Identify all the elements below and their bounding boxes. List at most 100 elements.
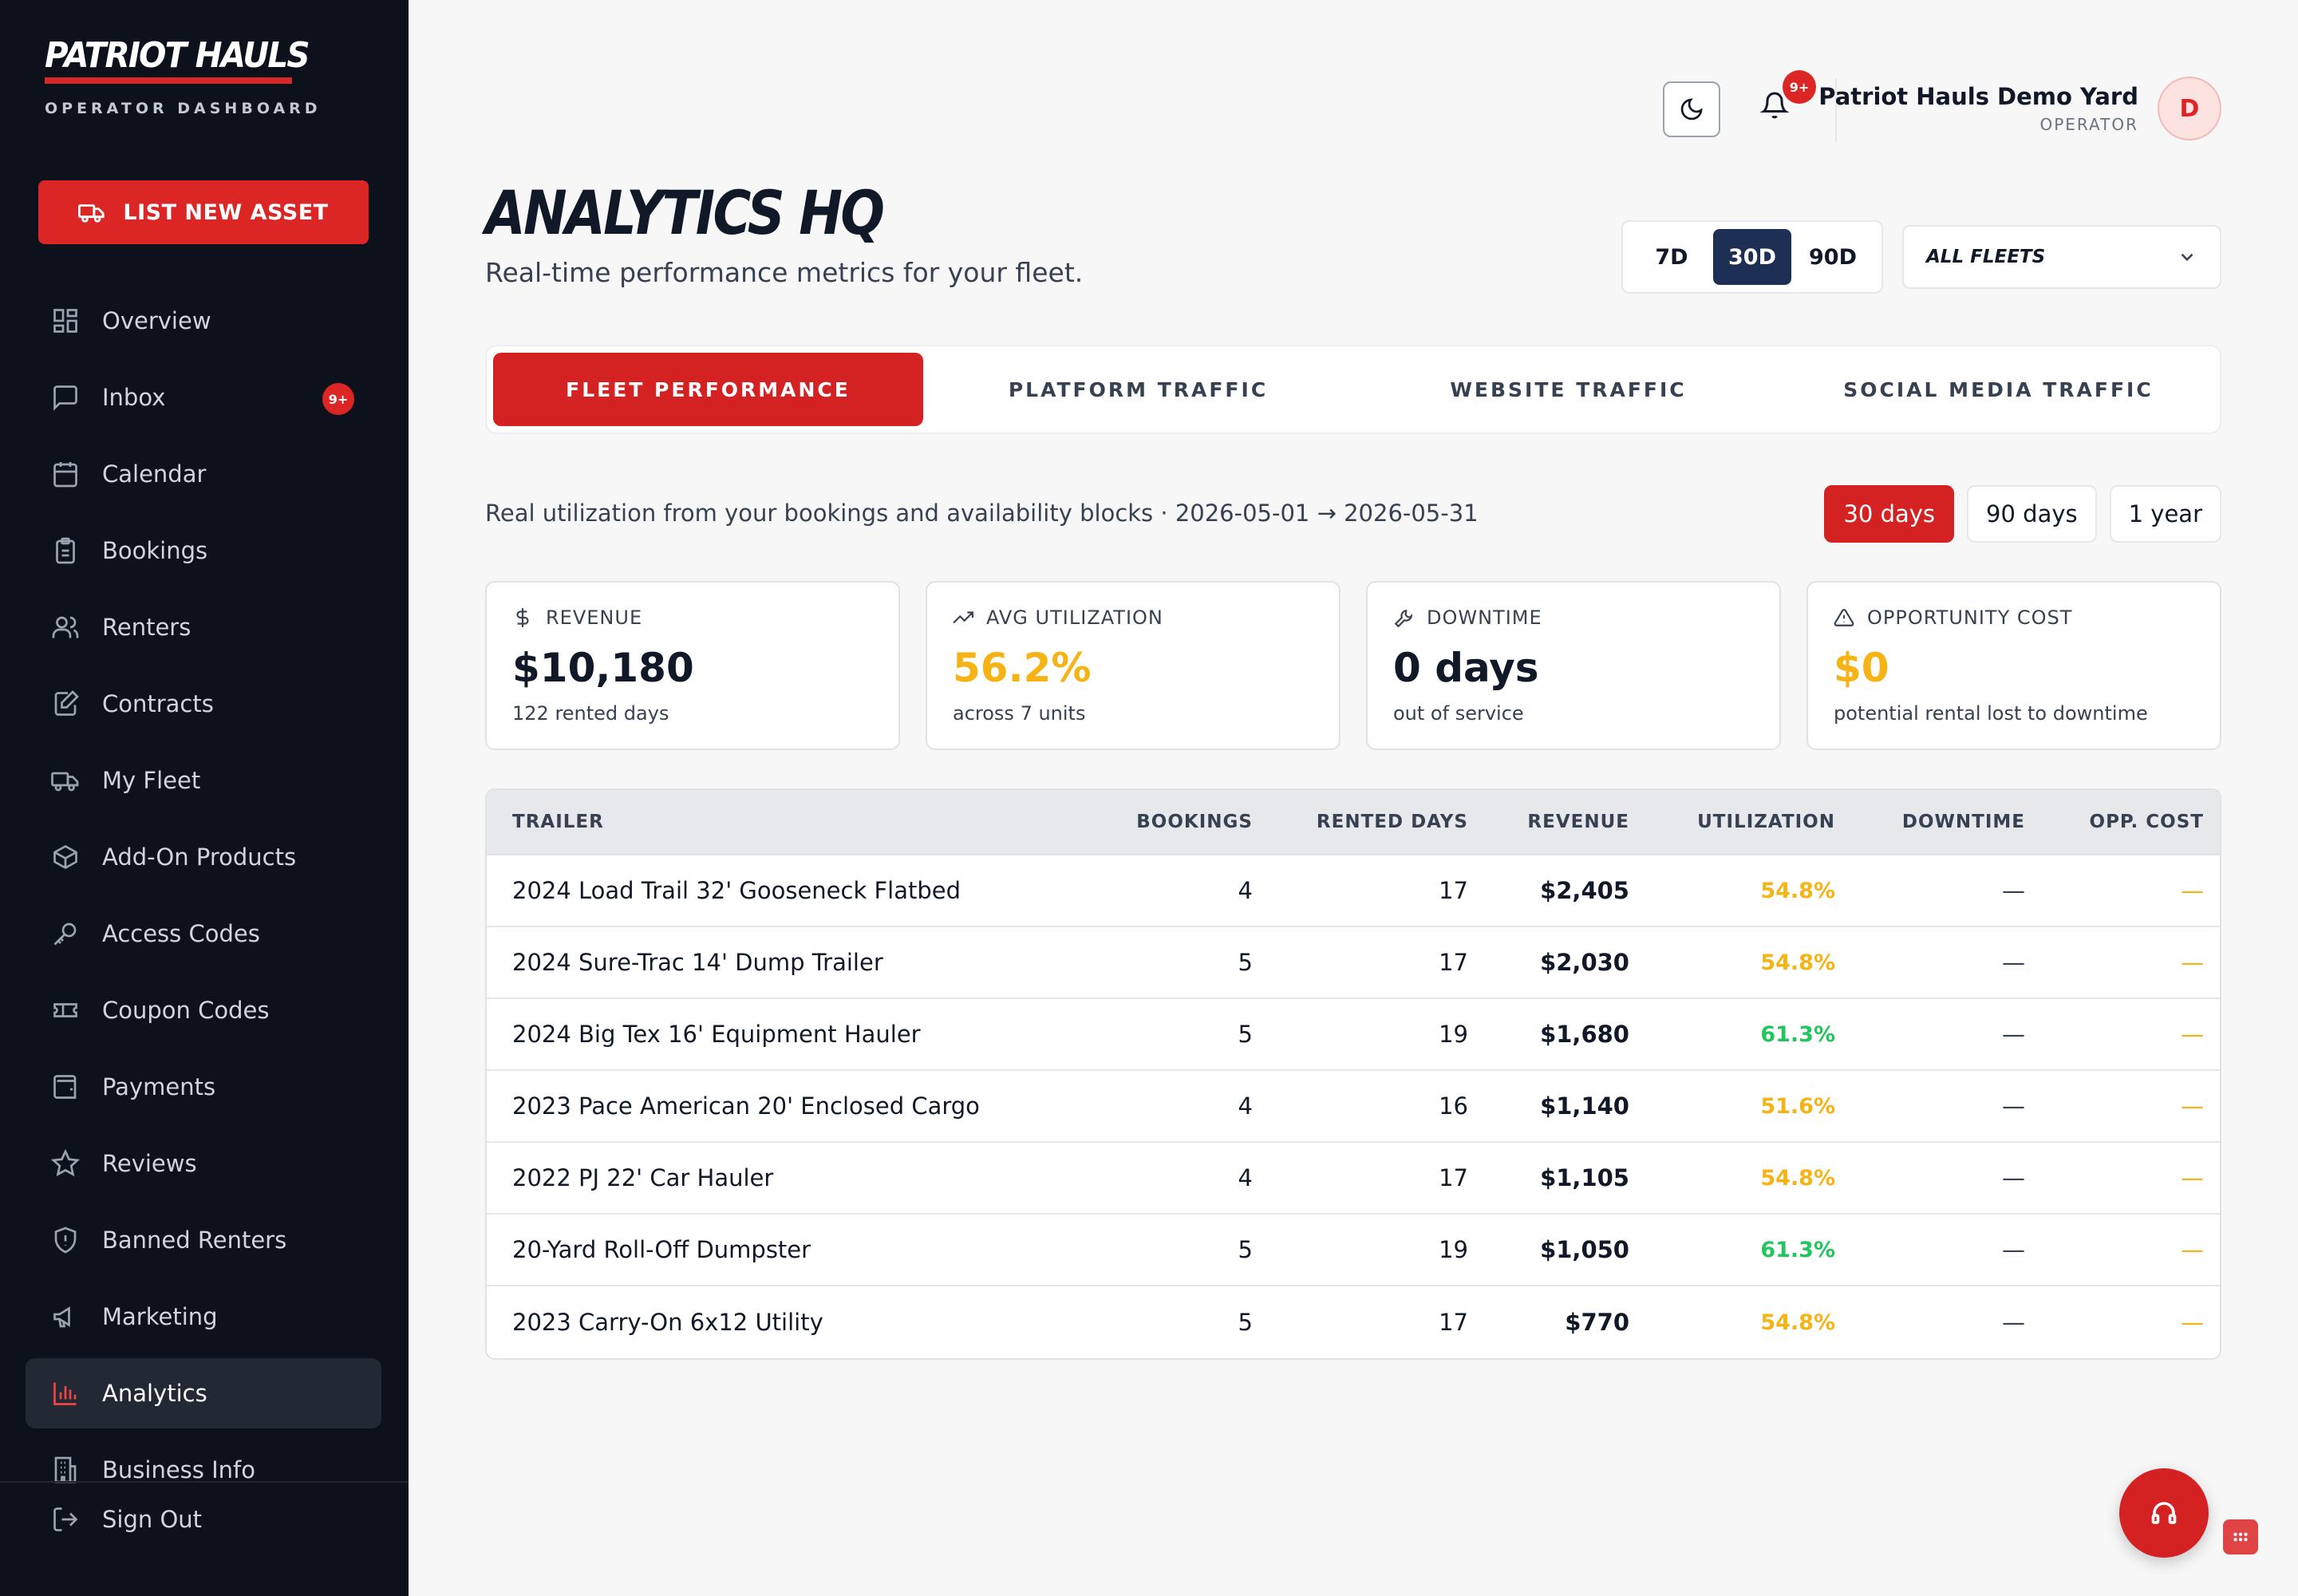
shield-icon	[54, 1227, 77, 1254]
sidebar-item-analytics[interactable]: Analytics	[26, 1358, 381, 1428]
column-header-bookings[interactable]: BOOKINGS	[1109, 812, 1253, 832]
sidebar-item-label: Payments	[102, 1073, 216, 1100]
table-row[interactable]: 2024 Big Tex 16' Equipment Hauler 5 19 $1,6…	[487, 999, 2220, 1071]
list-new-asset-label: LIST NEW ASSET	[123, 200, 329, 225]
sidebar-item-payments[interactable]: Payments	[26, 1052, 381, 1122]
cell-revenue: $2,030	[1540, 949, 1629, 976]
sidebar-nav: Overview Inbox 9+ Calendar Bookings Rent…	[26, 286, 381, 1511]
period-toggle: 30 days 90 days 1 year	[1824, 485, 2221, 543]
chevron-down-icon	[2181, 253, 2193, 262]
sidebar-item-business-info[interactable]: Business Info	[26, 1435, 381, 1505]
cell-utilization: 51.6%	[1760, 1093, 1835, 1119]
cell-bookings: 5	[1238, 949, 1253, 976]
stat-label-text: OPPORTUNITY COST	[1867, 606, 2073, 629]
utilization-info: Real utilization from your bookings and …	[485, 500, 1479, 527]
avatar[interactable]: D	[2158, 77, 2221, 140]
cell-rented-days: 16	[1439, 1092, 1468, 1120]
cell-downtime: —	[2002, 1236, 2025, 1263]
sign-out-label: Sign Out	[102, 1506, 203, 1533]
sidebar-item-add-on-products[interactable]: Add-On Products	[26, 822, 381, 892]
column-header-downtime[interactable]: DOWNTIME	[1835, 812, 2025, 832]
period-30-days-button[interactable]: 30 days	[1824, 485, 1955, 543]
fleet-performance-table: TRAILER BOOKINGS RENTED DAYS REVENUE UTI…	[485, 788, 2221, 1360]
cell-revenue: $1,140	[1540, 1092, 1629, 1120]
period-1-year-button[interactable]: 1 year	[2109, 485, 2221, 543]
tab-platform-traffic[interactable]: PLATFORM TRAFFIC	[923, 353, 1353, 426]
column-header-revenue[interactable]: REVENUE	[1468, 812, 1629, 832]
sidebar-item-label: Banned Renters	[102, 1227, 287, 1254]
column-header-utilization[interactable]: UTILIZATION	[1629, 812, 1835, 832]
stat-label-text: DOWNTIME	[1427, 606, 1542, 629]
sidebar-item-inbox[interactable]: Inbox 9+	[26, 362, 381, 433]
tab-social-media-traffic[interactable]: SOCIAL MEDIA TRAFFIC	[1783, 353, 2213, 426]
clipboard-icon	[56, 537, 75, 564]
range-toggle: 7D 30D 90D	[1621, 220, 1883, 294]
column-header-trailer[interactable]: TRAILER	[487, 812, 1109, 832]
star-icon	[51, 1149, 80, 1177]
table-row[interactable]: 20-Yard Roll-Off Dumpster 5 19 $1,050 61.3% —…	[487, 1215, 2220, 1286]
table-header: TRAILER BOOKINGS RENTED DAYS REVENUE UTI…	[487, 790, 2220, 855]
cell-rented-days: 17	[1439, 1309, 1468, 1336]
range-30d-button[interactable]: 30D	[1713, 229, 1791, 285]
sidebar-item-label: Reviews	[102, 1150, 197, 1177]
range-90d-button[interactable]: 90D	[1794, 229, 1872, 285]
sidebar-item-my-fleet[interactable]: My Fleet	[26, 745, 381, 816]
sidebar-item-banned-renters[interactable]: Banned Renters	[26, 1205, 381, 1275]
cell-utilization: 54.8%	[1760, 1165, 1835, 1191]
support-chat-button[interactable]	[2119, 1468, 2209, 1558]
cell-opp-cost: —	[2181, 1309, 2204, 1336]
stat-value: $0	[1834, 645, 1889, 691]
table-row[interactable]: 2022 PJ 22' Car Hauler 4 17 $1,105 54.8% — —	[487, 1143, 2220, 1215]
key-icon	[53, 922, 77, 946]
notification-badge: 9+	[1783, 70, 1816, 104]
cell-bookings: 5	[1238, 1309, 1253, 1336]
period-90-days-button[interactable]: 90 days	[1967, 485, 2097, 543]
fleet-select[interactable]: ALL FLEETS	[1902, 225, 2221, 289]
cell-bookings: 4	[1238, 877, 1253, 904]
users-icon	[52, 616, 79, 638]
table-row[interactable]: 2024 Sure-Trac 14' Dump Trailer 5 17 $2,030…	[487, 927, 2220, 999]
cell-downtime: —	[2002, 1021, 2025, 1048]
table-row[interactable]: 2023 Pace American 20' Enclosed Cargo 4 16…	[487, 1071, 2220, 1143]
inbox-badge: 9+	[322, 383, 354, 415]
sign-out-button[interactable]: Sign Out	[51, 1505, 202, 1534]
table-row[interactable]: 2024 Load Trail 32' Gooseneck Flatbed 4 17…	[487, 855, 2220, 927]
list-new-asset-button[interactable]: LIST NEW ASSET	[38, 180, 369, 244]
sidebar-item-label: Business Info	[102, 1456, 255, 1483]
sidebar-item-overview[interactable]: Overview	[26, 286, 381, 356]
tab-website-traffic[interactable]: WEBSITE TRAFFIC	[1353, 353, 1783, 426]
sidebar-item-label: Renters	[102, 614, 192, 641]
sidebar-item-renters[interactable]: Renters	[26, 592, 381, 662]
sidebar-item-bookings[interactable]: Bookings	[26, 516, 381, 586]
fleet-select-value: ALL FLEETS	[1926, 247, 2046, 267]
user-name: Patriot Hauls Demo Yard	[1818, 83, 2138, 110]
user-role: OPERATOR	[2039, 115, 2138, 134]
sidebar-item-access-codes[interactable]: Access Codes	[26, 899, 381, 969]
sidebar-item-label: Inbox	[102, 384, 166, 411]
cell-revenue: $1,105	[1540, 1164, 1629, 1191]
stat-label-text: REVENUE	[546, 606, 643, 629]
cell-opp-cost: —	[2181, 1092, 2204, 1120]
sidebar-item-reviews[interactable]: Reviews	[26, 1128, 381, 1199]
tab-fleet-performance[interactable]: FLEET PERFORMANCE	[493, 353, 923, 426]
sidebar-item-label: Access Codes	[102, 920, 260, 947]
apps-menu-button[interactable]	[2223, 1519, 2258, 1555]
sidebar-item-label: Coupon Codes	[102, 997, 270, 1024]
brand-logo[interactable]: PATRIOT HAULS OPERATOR DASHBOARD	[45, 35, 331, 117]
cell-revenue: $770	[1565, 1309, 1629, 1336]
sidebar-item-calendar[interactable]: Calendar	[26, 439, 381, 509]
cell-utilization: 54.8%	[1760, 950, 1835, 975]
theme-toggle-button[interactable]	[1663, 81, 1720, 137]
sidebar-item-marketing[interactable]: Marketing	[26, 1282, 381, 1352]
table-row[interactable]: 2023 Carry-On 6x12 Utility 5 17 $770 54.8% — —	[487, 1286, 2220, 1358]
stat-sub: out of service	[1393, 702, 1524, 725]
brand-subtitle: OPERATOR DASHBOARD	[45, 100, 322, 117]
range-7d-button[interactable]: 7D	[1633, 229, 1711, 285]
sidebar-item-coupon-codes[interactable]: Coupon Codes	[26, 975, 381, 1045]
headset-icon	[2151, 1502, 2177, 1524]
column-header-rented-days[interactable]: RENTED DAYS	[1253, 812, 1468, 832]
stat-label: REVENUE	[512, 606, 873, 629]
sidebar-item-contracts[interactable]: Contracts	[26, 669, 381, 739]
truck-icon	[78, 204, 105, 223]
column-header-opp-cost[interactable]: OPP. COST	[2025, 812, 2204, 832]
